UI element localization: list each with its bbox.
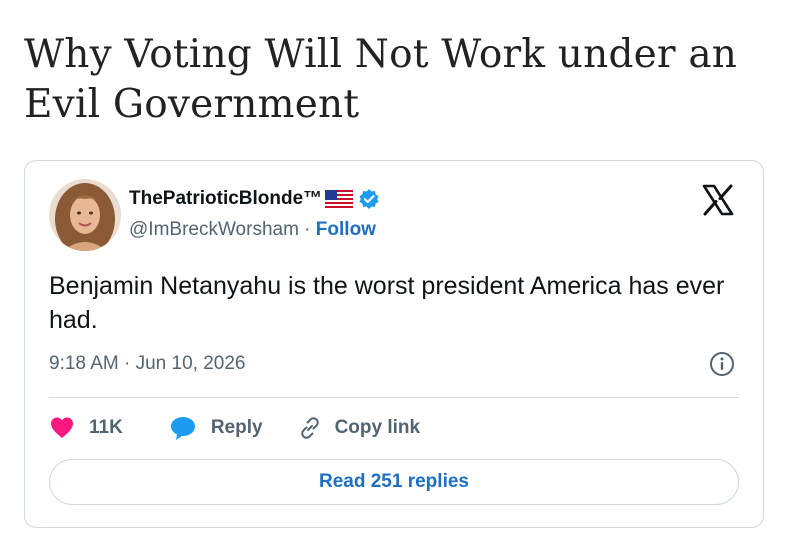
like-button[interactable]: 11K xyxy=(49,416,123,440)
reply-label: Reply xyxy=(210,417,263,438)
like-count: 11K xyxy=(89,417,123,438)
embedded-tweet[interactable]: ThePatrioticBlonde™ @ImBreckWorsham · Fo… xyxy=(24,160,764,528)
read-replies-button[interactable]: Read 251 replies xyxy=(49,459,739,505)
tweet-actions: 11K Reply Copy link xyxy=(49,413,420,443)
x-logo-icon[interactable] xyxy=(701,183,735,217)
tweet-text: Benjamin Netanyahu is the worst presiden… xyxy=(49,272,725,334)
info-icon[interactable] xyxy=(709,351,735,377)
reply-button[interactable]: Reply xyxy=(169,415,263,441)
avatar[interactable] xyxy=(49,179,121,251)
us-flag-icon xyxy=(324,189,354,209)
article-title: Why Voting Will Not Work under an Evil G… xyxy=(24,32,738,127)
heart-icon xyxy=(51,417,73,438)
copy-link-label: Copy link xyxy=(334,417,421,438)
follow-button[interactable]: Follow xyxy=(316,219,376,241)
link-icon xyxy=(300,417,319,439)
verified-badge-icon xyxy=(358,188,380,210)
display-name[interactable]: ThePatrioticBlonde™ xyxy=(129,188,322,210)
separator: · xyxy=(298,219,316,240)
timestamp[interactable]: 9:18 AM · Jun 10, 2026 xyxy=(49,353,245,375)
copy-link-button[interactable]: Copy link xyxy=(297,415,421,441)
handle[interactable]: @ImBreckWorsham xyxy=(129,219,299,241)
speech-bubble-icon xyxy=(170,417,195,440)
divider xyxy=(49,397,739,398)
